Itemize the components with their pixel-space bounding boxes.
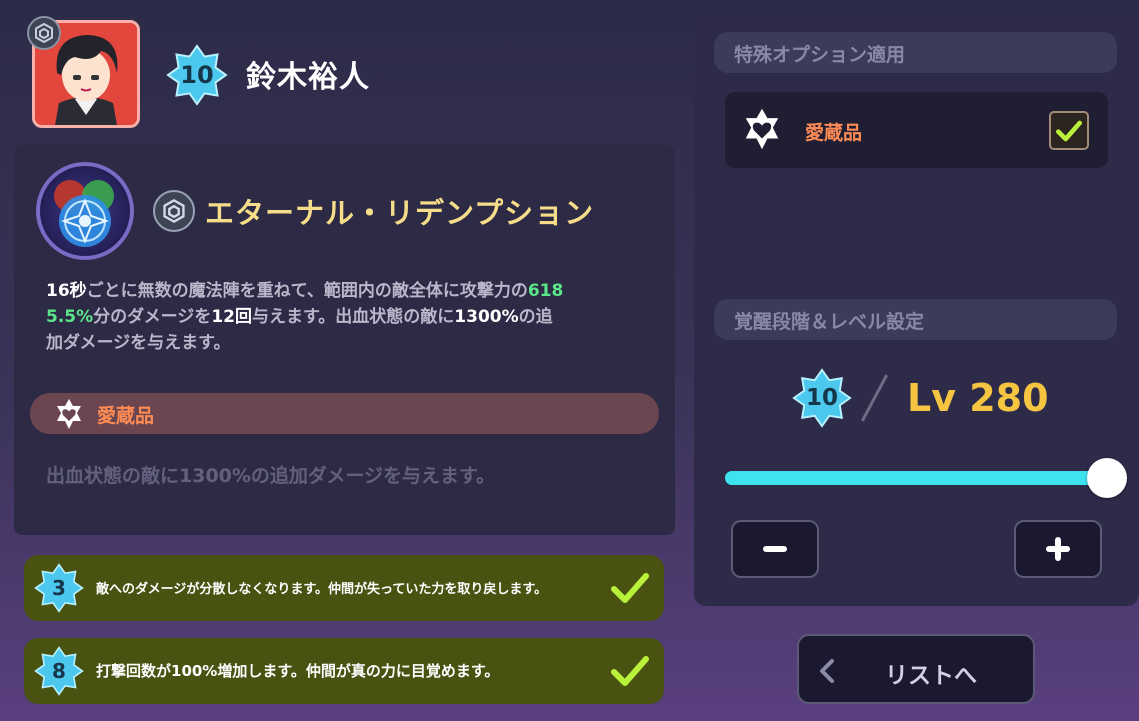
treasure-section-label: 愛蔵品 bbox=[97, 405, 155, 427]
skill-desc-seg8: 1300% bbox=[454, 307, 519, 327]
checkmark-icon bbox=[610, 570, 650, 610]
decrease-level-button[interactable] bbox=[731, 520, 819, 578]
skill-magic-circle-icon bbox=[36, 162, 134, 260]
awakening-step-badge: 3 bbox=[34, 563, 84, 613]
checkmark-icon bbox=[610, 653, 650, 693]
skill-desc-seg2: ごとに無数の魔法陣を重ねて、範囲内の敵全体に攻撃力の bbox=[86, 281, 528, 301]
skill-grade-icon bbox=[153, 190, 195, 232]
skill-desc-seg7: 与えます。出血状態の敵に bbox=[251, 307, 455, 327]
awakening-level-badge: 10 bbox=[792, 368, 852, 428]
awakening-effect-text: 打撃回数が100%増加します。仲間が真の力に目覚めます。 bbox=[96, 662, 500, 680]
skill-desc-seg5: 分のダメージを bbox=[93, 307, 212, 327]
back-to-list-button[interactable]: リストへ bbox=[797, 634, 1035, 704]
awakening-effect-text: 敵へのダメージが分散しなくなります。仲間が失っていた力を取り戻します。 bbox=[96, 582, 548, 597]
minus-icon bbox=[763, 546, 787, 552]
skill-desc-seg10: 加ダメージを与えます。 bbox=[46, 333, 231, 353]
plus-icon bbox=[1046, 537, 1070, 561]
back-to-list-label: リストへ bbox=[885, 663, 977, 689]
awakening-step-badge: 8 bbox=[34, 646, 84, 696]
increase-level-button[interactable] bbox=[1014, 520, 1102, 578]
grade-badge-icon bbox=[27, 16, 61, 50]
skill-desc-seg6: 12回 bbox=[211, 307, 252, 327]
treasure-section-bar: 愛蔵品 bbox=[30, 393, 659, 434]
treasure-heart-icon bbox=[52, 397, 86, 435]
skill-desc-seg9: の追 bbox=[518, 307, 553, 327]
awakening-effect-row: 8 打撃回数が100%増加します。仲間が真の力に目覚めます。 bbox=[24, 638, 664, 704]
checkmark-icon bbox=[1056, 120, 1082, 141]
awakening-level-number: 10 bbox=[180, 61, 214, 89]
awakening-step-number: 8 bbox=[52, 659, 66, 683]
skill-desc-seg4: 5.5% bbox=[46, 307, 94, 327]
skill-desc-seg3: 618 bbox=[527, 281, 564, 301]
treasure-checkbox[interactable] bbox=[1049, 111, 1089, 150]
special-option-header: 特殊オプション適用 bbox=[714, 32, 1117, 73]
awakening-level-badge: 10 bbox=[166, 44, 228, 106]
level-value: Lv 280 bbox=[907, 376, 1049, 420]
chevron-left-icon bbox=[817, 658, 837, 688]
treasure-heart-icon bbox=[739, 106, 785, 156]
character-name: 鈴木裕人 bbox=[246, 60, 370, 95]
level-slider-fill bbox=[725, 471, 1107, 485]
awakening-effect-row: 3 敵へのダメージが分散しなくなります。仲間が失っていた力を取り戻します。 bbox=[24, 555, 664, 621]
treasure-option-label: 愛蔵品 bbox=[805, 122, 863, 144]
skill-description: 16秒ごとに無数の魔法陣を重ねて、範囲内の敵全体に攻撃力の618 5.5%分のダメ… bbox=[46, 278, 656, 356]
treasure-description: 出血状態の敵に1300%の追加ダメージを与えます。 bbox=[46, 465, 496, 487]
awakening-step-number: 3 bbox=[52, 576, 66, 600]
skill-name: エターナル・リデンプション bbox=[205, 196, 595, 230]
level-slider[interactable] bbox=[725, 458, 1127, 498]
skill-desc-seg1: 16秒 bbox=[46, 281, 87, 301]
level-slider-handle[interactable] bbox=[1087, 458, 1127, 498]
level-settings-header: 覚醒段階＆レベル設定 bbox=[714, 299, 1117, 340]
awakening-level-number: 10 bbox=[805, 385, 838, 411]
